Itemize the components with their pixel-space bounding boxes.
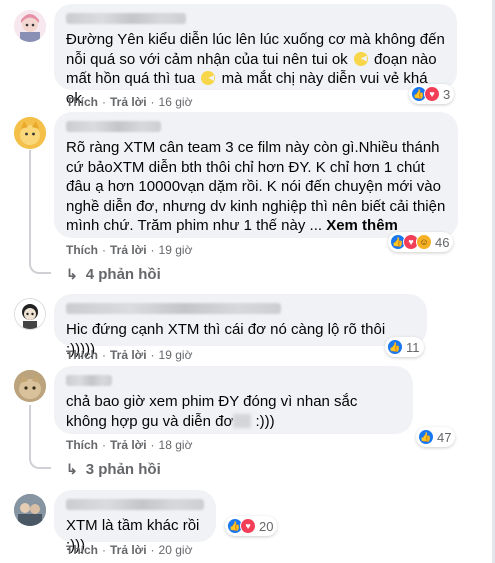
reply-arrow-icon: ↳ [66, 266, 78, 282]
reply-button[interactable]: Trả lời [110, 95, 147, 109]
blurred-author-name[interactable] [66, 121, 161, 132]
reaction-count: 3 [443, 86, 451, 102]
comment-actions: Thích · Trả lời · 20 giờ [66, 543, 193, 557]
anime-avatar-icon [14, 10, 46, 42]
like-button[interactable]: Thích [66, 95, 98, 109]
avatar[interactable] [14, 298, 46, 330]
reactions-summary[interactable]: 👍 ♥ 3 [409, 84, 455, 104]
like-button[interactable]: Thích [66, 348, 98, 362]
haha-icon: ☺ [416, 234, 432, 250]
comment-bubble: Đường Yên kiểu diễn lúc lên lúc xuống cơ… [54, 4, 457, 107]
reaction-count: 47 [437, 429, 452, 445]
blurred-author-name[interactable] [66, 499, 204, 510]
reactions-summary[interactable]: 👍 11 [385, 337, 424, 357]
timestamp[interactable]: 20 giờ [159, 543, 193, 557]
timestamp[interactable]: 19 giờ [159, 348, 193, 362]
love-icon: ♥ [240, 518, 256, 534]
reactions-summary[interactable]: 👍 ♥ 20 [225, 516, 278, 536]
comment-actions: Thích · Trả lời · 16 giờ [66, 95, 193, 109]
like-button[interactable]: Thích [66, 438, 98, 452]
reactions-summary[interactable]: 👍 ♥ ☺ 46 [388, 232, 454, 252]
blurred-text [233, 413, 252, 428]
comment-actions: Thích · Trả lời · 18 giờ [66, 438, 193, 452]
like-button[interactable]: Thích [66, 543, 98, 557]
comment-bubble: Rõ ràng XTM cân team 3 ce film này còn g… [54, 112, 458, 238]
avatar[interactable] [14, 494, 46, 526]
view-replies-link[interactable]: ↳ 4 phản hồi [66, 266, 161, 283]
comment-actions: Thích · Trả lời · 19 giờ [66, 348, 193, 362]
reply-arrow-icon: ↳ [66, 461, 78, 477]
like-button[interactable]: Thích [66, 243, 98, 257]
comment-bubble: chả bao giờ xem phim ĐY đóng vì nhan sắc… [54, 366, 413, 434]
reply-button[interactable]: Trả lời [110, 543, 147, 557]
avatar[interactable] [14, 10, 46, 42]
blurred-author-name[interactable] [66, 375, 112, 386]
view-replies-link[interactable]: ↳ 3 phản hồi [66, 461, 161, 478]
thread-curve [29, 453, 51, 469]
comment-bubble: Hic đứng cạnh XTM thì cái đơ nó càng lộ … [54, 294, 427, 358]
comment-text: Rõ ràng XTM cân team 3 ce film này còn g… [66, 139, 446, 234]
cat-photo-avatar-icon [14, 370, 46, 402]
reaction-count: 11 [406, 339, 420, 355]
character-avatar-icon [15, 299, 45, 329]
timestamp[interactable]: 16 giờ [159, 95, 193, 109]
blurred-author-name[interactable] [66, 303, 281, 314]
pacman-emoji-icon [201, 71, 216, 85]
pacman-emoji-icon [353, 51, 368, 66]
comment-text: chả bao giờ xem phim ĐY đóng vì nhan sắc… [66, 393, 358, 430]
avatar[interactable] [14, 117, 46, 149]
reply-button[interactable]: Trả lời [110, 348, 147, 362]
like-icon: 👍 [418, 429, 434, 445]
timestamp[interactable]: 18 giờ [159, 438, 193, 452]
group-photo-avatar-icon [14, 494, 46, 526]
reply-button[interactable]: Trả lời [110, 243, 147, 257]
cat-avatar-icon [14, 117, 46, 149]
reaction-count: 46 [435, 234, 450, 250]
comment-bubble: XTM là tầm khác rồi :))) [54, 490, 216, 554]
love-icon: ♥ [424, 86, 440, 102]
reactions-summary[interactable]: 👍 47 [416, 427, 456, 447]
comment-actions: Thích · Trả lời · 19 giờ [66, 243, 193, 257]
thread-curve [29, 258, 51, 274]
see-more-link[interactable]: Xem thêm [326, 217, 398, 234]
reply-button[interactable]: Trả lời [110, 438, 147, 452]
thread-line [29, 405, 31, 455]
blurred-author-name[interactable] [66, 13, 186, 24]
thread-line [29, 150, 31, 260]
timestamp[interactable]: 19 giờ [159, 243, 193, 257]
like-icon: 👍 [387, 339, 403, 355]
avatar[interactable] [14, 370, 46, 402]
reaction-count: 20 [259, 518, 274, 534]
